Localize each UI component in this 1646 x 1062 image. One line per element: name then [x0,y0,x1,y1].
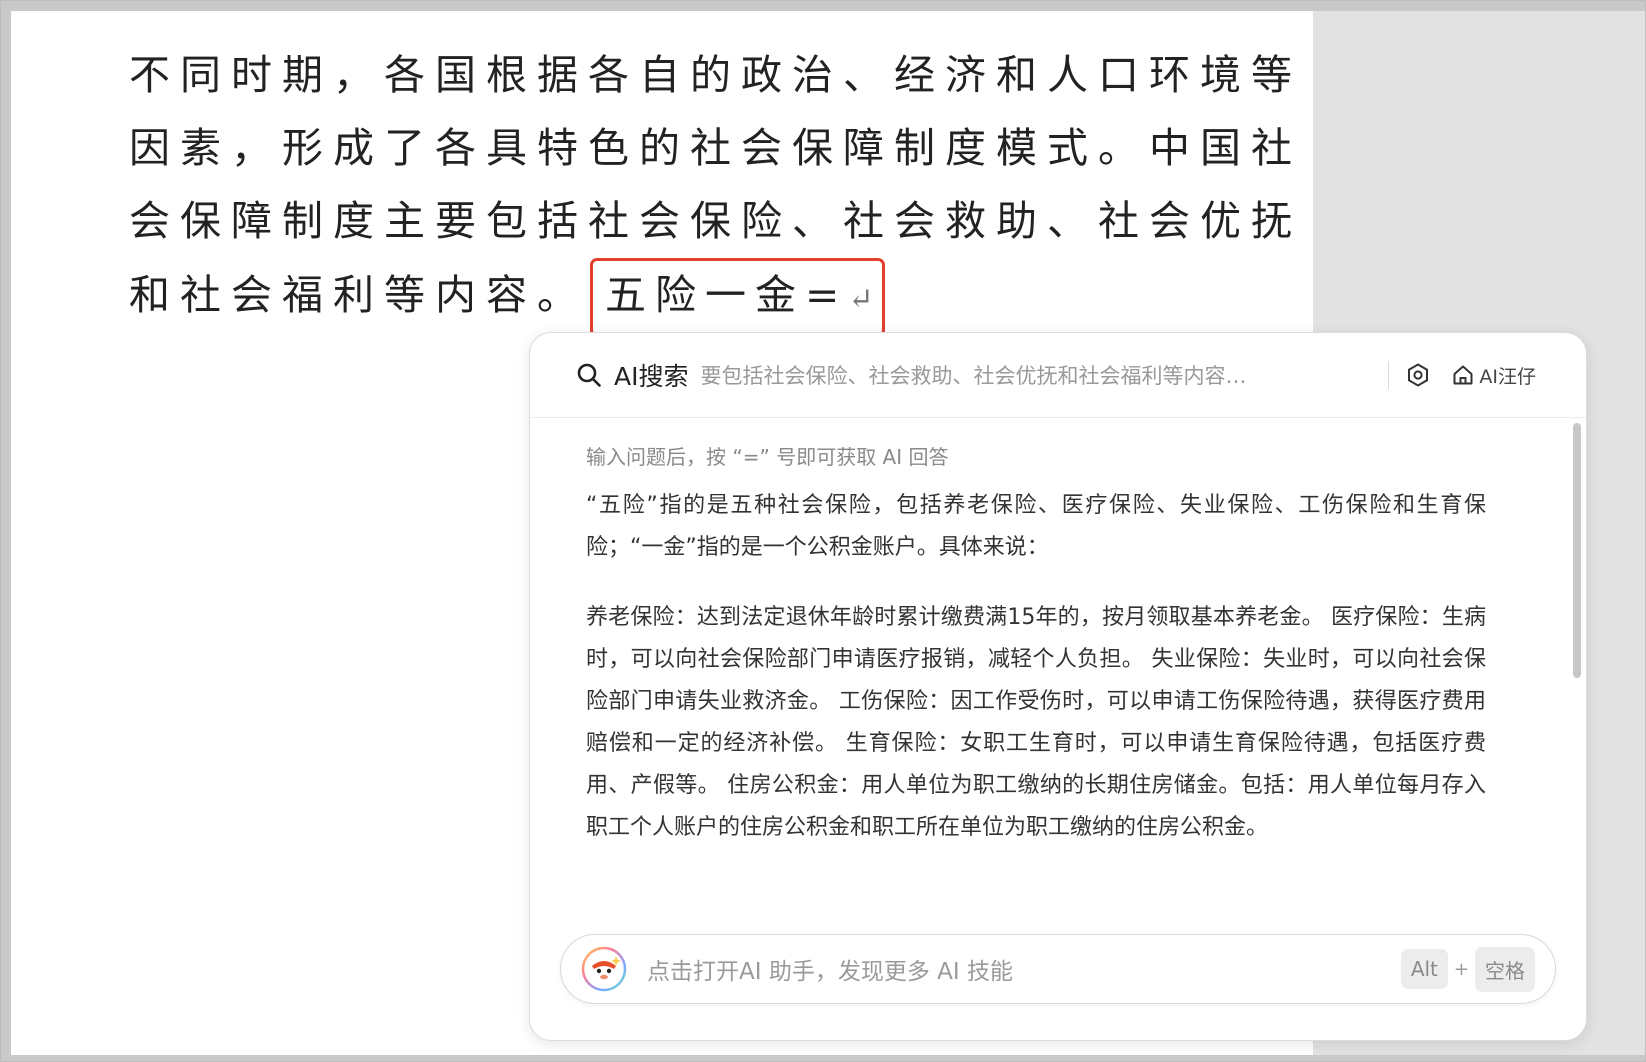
search-query-text[interactable]: 要包括社会保险、社会救助、社会优抚和社会福利等内容… [700,360,1368,390]
ai-wangzai-label: AI汪仔 [1479,365,1536,388]
shortcut-key-alt: Alt [1400,949,1448,989]
input-hint: 输入问题后，按 “=” 号即可获取 AI 回答 [586,445,949,469]
settings-icon[interactable] [1405,362,1431,388]
document-line: 会保障制度主要包括社会保险、社会救助、社会优抚 [129,197,1302,245]
answer-area: 输入问题后，按 “=” 号即可获取 AI 回答 “五险”指的是五种社会保险，包括… [586,443,1486,877]
ai-query-highlight[interactable]: 五险一金=↵ [590,258,885,337]
shortcut-key-space: 空格 [1475,946,1535,992]
panel-header: AI搜索 要包括社会保险、社会救助、社会优抚和社会福利等内容… AI汪仔 [530,333,1586,418]
ai-wangzai-button[interactable]: AI汪仔 [1451,362,1536,389]
assistant-avatar-icon [581,946,627,992]
home-icon [1453,365,1473,385]
document-line: 不同时期，各国根据各自的政治、经济和人口环境等 [129,51,1302,99]
document-line: 和社会福利等内容。 五险一金=↵ [129,258,1119,337]
window-frame: 不同时期，各国根据各自的政治、经济和人口环境等 因素，形成了各具特色的社会保障制… [0,0,1646,1062]
scrollbar-thumb[interactable] [1573,423,1581,678]
return-mark-icon: ↵ [848,282,874,317]
search-icon [577,363,601,387]
document-body[interactable]: 不同时期，各国根据各自的政治、经济和人口环境等 因素，形成了各具特色的社会保障制… [129,39,1302,337]
answer-paragraph: 养老保险：达到法定退休年龄时累计缴费满15年的，按月领取基本养老金。 医疗保险：… [586,605,1486,840]
panel-title: AI搜索 [614,362,689,391]
ai-search-panel: AI搜索 要包括社会保险、社会救助、社会优抚和社会福利等内容… AI汪仔 输入问… [529,332,1587,1041]
query-text: 五险一金= [605,271,849,319]
document-line-text: 和社会福利等内容。 [129,271,588,319]
header-divider [1388,361,1390,389]
answer-paragraph: “五险”指的是五种社会保险，包括养老保险、医疗保险、失业保险、工伤保险和生育保险… [586,493,1486,560]
shortcut-plus: + [1453,958,1469,980]
assistant-prompt: 点击打开AI 助手，发现更多 AI 技能 [647,959,1013,985]
document-line: 因素，形成了各具特色的社会保障制度模式。中国社 [129,124,1302,172]
assistant-input-bar[interactable]: 点击打开AI 助手，发现更多 AI 技能 Alt + 空格 [560,934,1556,1004]
